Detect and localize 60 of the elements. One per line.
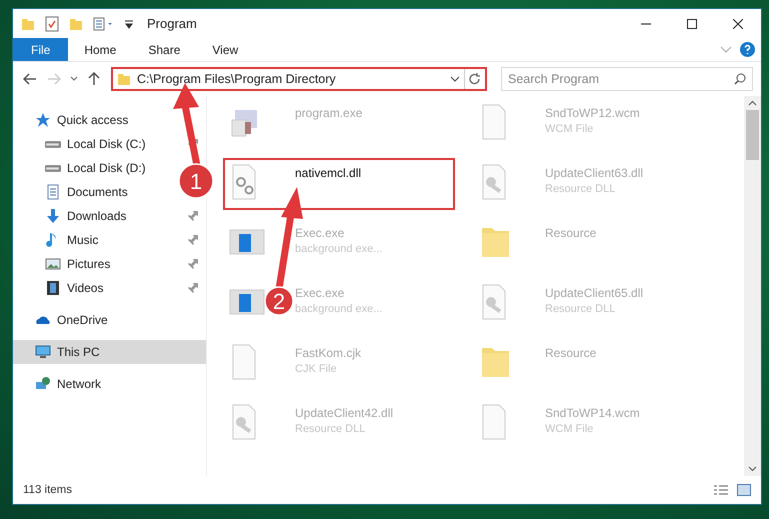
file-menu-tab[interactable]: File: [13, 38, 68, 61]
scroll-up-icon[interactable]: [748, 100, 757, 106]
sidebar-item[interactable]: OneDrive: [13, 308, 116, 332]
file-type: CJK File: [295, 363, 338, 375]
file-type: Resource DLL: [295, 423, 366, 435]
sidebar-item[interactable]: Music: [13, 228, 206, 252]
close-icon: [733, 18, 743, 28]
file-type: WCM File: [545, 423, 594, 435]
file-type: Resource DLL: [545, 303, 616, 315]
item-count: 113 items: [23, 484, 72, 496]
monitor-icon: [35, 344, 51, 360]
window-title: Program: [147, 16, 197, 31]
scroll-down-icon[interactable]: [748, 466, 757, 472]
ribbon-tab[interactable]: Home: [68, 38, 132, 61]
file-type: background exe...: [295, 243, 382, 255]
chevron-icon[interactable]: [450, 76, 460, 82]
checklist-icon: [45, 16, 59, 32]
ribbon-tab[interactable]: Share: [132, 38, 196, 61]
caret-icon: [70, 76, 78, 82]
details-view-icon[interactable]: [713, 484, 729, 496]
dropdown-icon[interactable]: [125, 18, 133, 28]
scroll-thumb[interactable]: [746, 110, 759, 160]
step-number-badge: 1: [178, 163, 214, 199]
sidebar-item[interactable]: Videos: [13, 276, 206, 300]
file-name[interactable]: nativemcl.dll: [295, 166, 362, 180]
maximize-icon: [687, 18, 697, 28]
picture-icon: [45, 256, 61, 272]
sidebar-item[interactable]: Pictures: [13, 252, 206, 276]
sidebar-item[interactable]: This PC: [13, 340, 206, 364]
folder-icon: [21, 16, 35, 30]
folder-icon: [117, 72, 131, 86]
pin-icon[interactable]: [188, 283, 198, 293]
scrollbar[interactable]: [744, 96, 761, 476]
ribbon-tab[interactable]: View: [196, 38, 254, 61]
document-icon: [45, 184, 61, 200]
star-icon: [35, 112, 51, 128]
file-type: WCM File: [545, 123, 594, 135]
search-icon: [734, 73, 746, 85]
download-icon: [45, 208, 61, 224]
sidebar-item[interactable]: Quick access: [13, 108, 136, 132]
search-field[interactable]: Search Program: [501, 67, 753, 91]
help-icon[interactable]: [740, 42, 755, 57]
file-type: Resource DLL: [545, 183, 616, 195]
pin-icon[interactable]: [188, 235, 198, 245]
sidebar-item[interactable]: Local Disk (D:): [13, 156, 154, 180]
address-bar[interactable]: C:\Program Files\Program Directory: [111, 67, 487, 91]
drive-icon: [45, 164, 61, 172]
film-icon: [45, 280, 61, 296]
file-type: background exe...: [295, 303, 382, 315]
sidebar-item[interactable]: Downloads: [13, 204, 206, 228]
drive-icon: [45, 140, 61, 148]
sidebar-item[interactable]: Documents: [13, 180, 136, 204]
folder-icon: [69, 16, 83, 30]
sidebar-item[interactable]: Network: [13, 372, 110, 396]
pin-icon[interactable]: [188, 211, 198, 221]
step-number-badge: 2: [264, 286, 294, 316]
pin-icon[interactable]: [188, 259, 198, 269]
network-icon: [35, 376, 51, 392]
large-icons-view-icon[interactable]: [737, 484, 751, 496]
properties-icon: [93, 16, 115, 30]
